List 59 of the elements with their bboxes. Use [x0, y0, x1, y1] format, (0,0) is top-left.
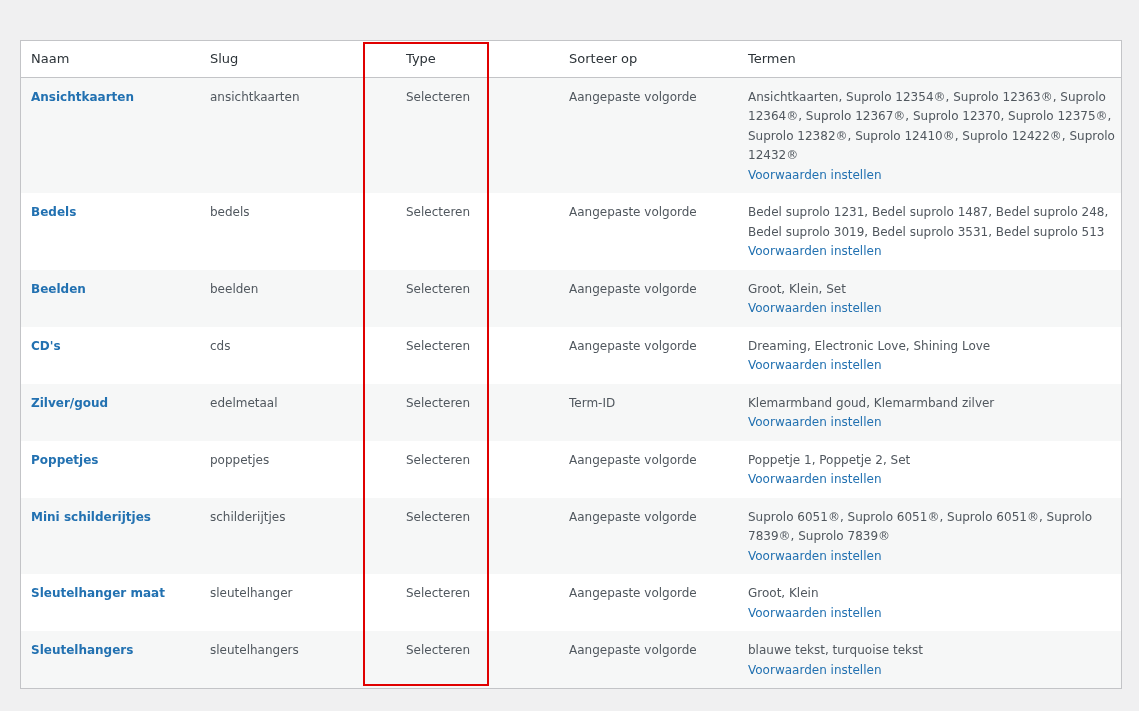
type-text: Selecteren — [406, 586, 471, 600]
terms-text: Klemarmband goud, Klemarmband zilver — [748, 394, 996, 412]
category-name-link[interactable]: Mini schilderijtjes — [31, 509, 151, 524]
sort-order-text: Aangepaste volgorde — [569, 338, 697, 353]
sort-order-text: Aangepaste volgorde — [569, 452, 697, 467]
slug-text: bedels — [210, 205, 250, 219]
slug-text: ansichtkaarten — [210, 89, 300, 104]
slug-text: edelmetaal — [210, 395, 278, 410]
type-text: Selecteren — [406, 338, 471, 353]
configure-terms-link[interactable]: Voorwaarden instellen — [748, 358, 882, 372]
configure-terms-link[interactable]: Voorwaarden instellen — [748, 167, 882, 182]
configure-terms-link[interactable]: Voorwaarden instellen — [748, 244, 882, 258]
column-header: Naam — [21, 41, 200, 77]
configure-terms-link[interactable]: Voorwaarden instellen — [748, 662, 882, 677]
column-header: Termen — [738, 41, 1121, 77]
slug-text: sleutelhanger — [210, 586, 293, 600]
sort-order-text: Aangepaste volgorde — [569, 643, 697, 657]
type-text: Selecteren — [406, 452, 471, 467]
sort-order-text: Aangepaste volgorde — [569, 89, 697, 104]
configure-terms-link[interactable]: Voorwaarden instellen — [748, 301, 882, 315]
configure-terms-link[interactable]: Voorwaarden instellen — [748, 415, 882, 429]
sort-order-text: Aangepaste volgorde — [569, 586, 697, 600]
configure-terms-link[interactable]: Voorwaarden instellen — [748, 605, 882, 620]
sort-order-text: Aangepaste volgorde — [569, 205, 697, 219]
category-name-link[interactable]: Sleutelhanger maat — [31, 586, 165, 600]
category-name-link[interactable]: CD's — [31, 338, 61, 353]
terms-text: Groot, Klein — [748, 585, 820, 602]
slug-text: cds — [210, 338, 231, 353]
sort-order-text: Aangepaste volgorde — [569, 509, 697, 524]
slug-text: sleutelhangers — [210, 643, 299, 657]
slug-text: schilderijtjes — [210, 509, 286, 524]
type-text: Selecteren — [406, 509, 471, 524]
category-name-link[interactable]: Ansichtkaarten — [31, 89, 134, 104]
slug-text: poppetjes — [210, 452, 270, 467]
terms-text: Suprolo 6051®, Suprolo 6051®, Suprolo 6051®, Suprolo 7839®, Suprolo 7839® — [748, 508, 1094, 545]
configure-terms-link[interactable]: Voorwaarden instellen — [748, 472, 882, 486]
terms-text: Groot, Klein, Set — [748, 280, 847, 298]
category-name-link[interactable]: Bedels — [31, 205, 77, 219]
type-text: Selecteren — [406, 281, 471, 296]
column-header: Sorteer op — [559, 41, 738, 77]
terms-text: Poppetje 1, Poppetje 2, Set — [748, 451, 912, 469]
type-text: Selecteren — [406, 205, 471, 219]
terms-text: blauwe tekst, turquoise tekst — [748, 642, 924, 659]
terms-text: Dreaming, Electronic Love, Shining Love — [748, 337, 992, 355]
type-text: Selecteren — [406, 395, 471, 410]
terms-text: Bedel suprolo 1231, Bedel suprolo 1487, Bedel suprolo 248, Bedel suprolo 3019, Bedel suprolo 3531, Bedel suprolo 513 — [748, 204, 1110, 241]
slug-text: beelden — [210, 281, 259, 296]
column-header: Slug — [200, 41, 379, 77]
type-text: Selecteren — [406, 643, 471, 657]
category-name-link[interactable]: Sleutelhangers — [31, 643, 134, 657]
column-header: Type — [379, 41, 559, 77]
type-text: Selecteren — [406, 89, 471, 104]
category-name-link[interactable]: Poppetjes — [31, 452, 99, 467]
sort-order-text: Term-ID — [569, 395, 616, 410]
terms-text: Ansichtkaarten, Suprolo 12354®, Suprolo 12363®, Suprolo 12364®, Suprolo 12367®, Suprolo 12370, Suprolo 12375®, Suprolo 12382®, Suprolo 12410®, Suprolo 12422®, Suprolo 12432® — [748, 88, 1115, 164]
category-name-link[interactable]: Zilver/goud — [31, 395, 109, 410]
configure-terms-link[interactable]: Voorwaarden instellen — [748, 548, 882, 563]
category-name-link[interactable]: Beelden — [31, 281, 86, 296]
sort-order-text: Aangepaste volgorde — [569, 281, 697, 296]
